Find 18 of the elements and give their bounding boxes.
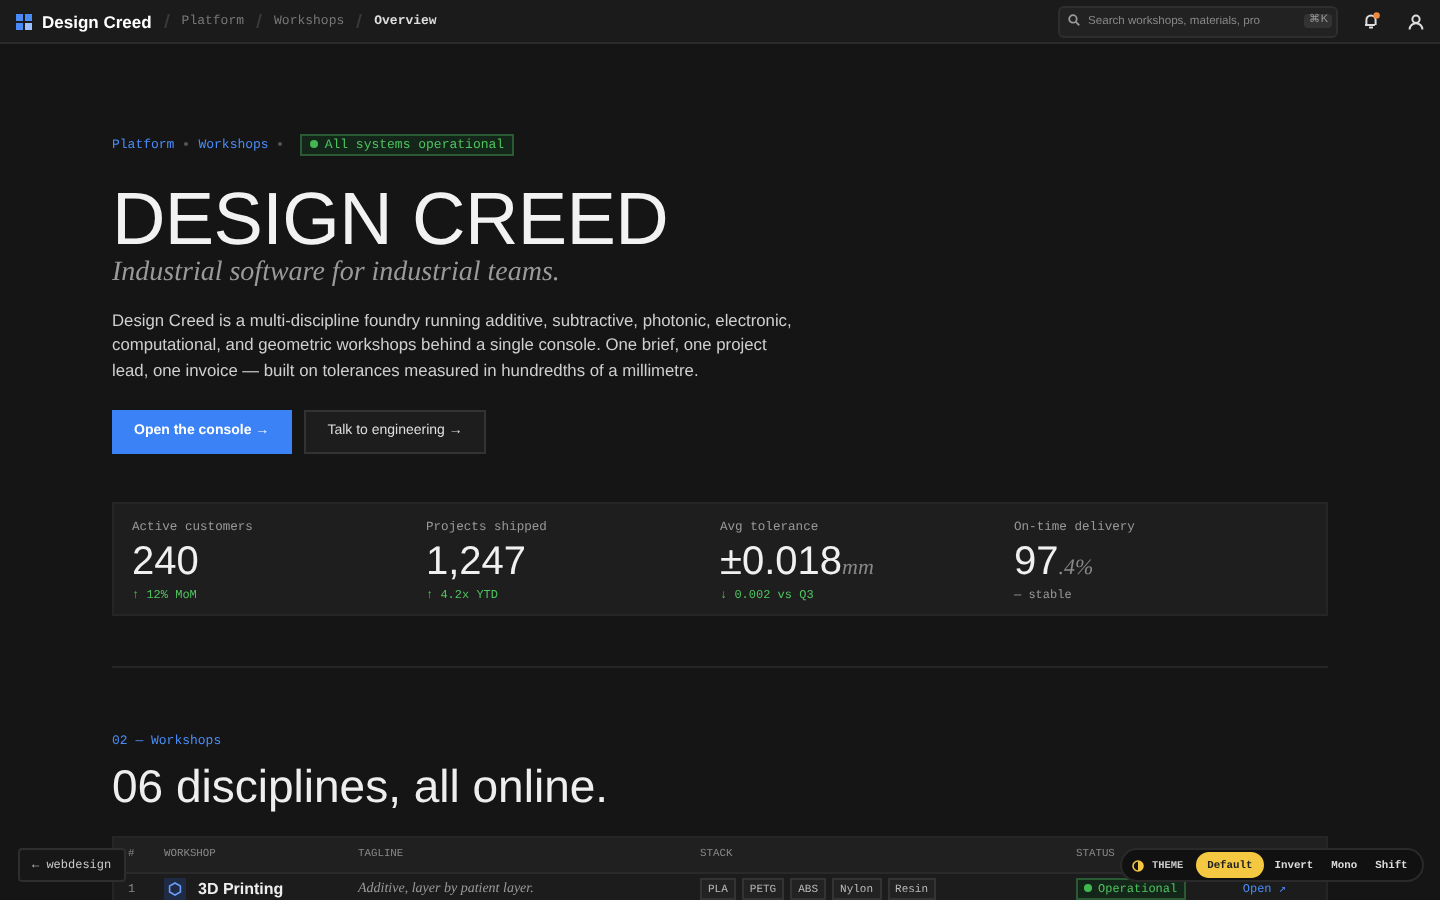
stat-value: 1,247 [426, 539, 527, 586]
stat-value: 240 [132, 539, 199, 586]
contrast-icon [1132, 859, 1144, 871]
bell-icon[interactable] [1362, 12, 1380, 30]
stat-unit: mm [842, 555, 874, 580]
stat-value: ±0.018 [720, 539, 843, 586]
hero-description: Design Creed is a multi-discipline foundry running additive, subtractive, photonic, electronic, computational, and geometric workshops behind a single console. One brief, one project lead, one invoice — built on tolerances measured in hundredths of a millimetre. [112, 308, 794, 382]
user-icon[interactable] [1408, 13, 1424, 29]
stat-unit: .4% [1058, 555, 1094, 580]
workshop-name[interactable]: 3D Printing [198, 879, 284, 898]
brand-name[interactable]: Design Creed [42, 11, 152, 31]
hero-title: DESIGN CREED [112, 182, 671, 258]
section-heading: 06 disciplines, all online. [112, 759, 611, 812]
stat-value: 97 [1014, 539, 1059, 586]
hero-subtitle: Industrial software for industrial teams. [112, 258, 562, 290]
cube-icon [164, 877, 186, 900]
logo-icon [16, 13, 32, 29]
search-icon [1068, 14, 1080, 26]
